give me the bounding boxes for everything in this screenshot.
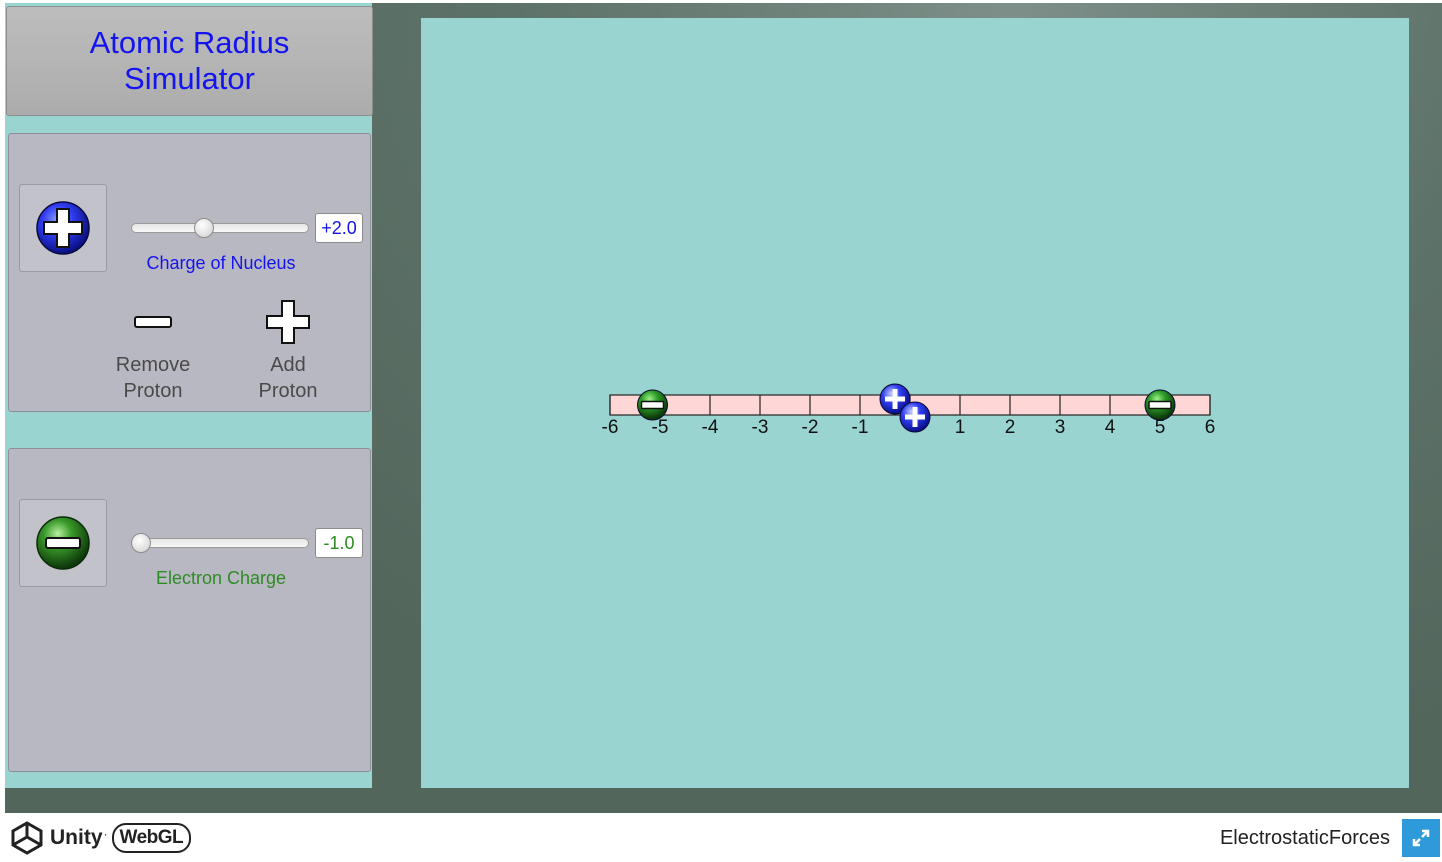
proton-panel: +2.0 Charge of Nucleus Remove Proton Add… (8, 133, 371, 412)
webgl-badge: WebGL (111, 823, 192, 853)
add-proton-label-2: Proton (258, 380, 318, 402)
electron-particle[interactable] (637, 389, 668, 421)
electron-minus-icon (36, 516, 90, 570)
unity-cube-icon (11, 821, 43, 855)
number-line-tick-label: -6 (602, 417, 619, 438)
electron-charge-value[interactable]: -1.0 (315, 528, 363, 558)
footer: Unity · WebGL ElectrostaticForces (0, 813, 1442, 862)
title-box: Atomic Radius Simulator (6, 6, 373, 116)
number-line-tick-label: -2 (802, 417, 819, 438)
proton-button[interactable] (19, 184, 107, 272)
minus-icon (134, 316, 172, 328)
page-title: Atomic Radius Simulator (89, 25, 290, 96)
control-sidebar: Atomic Radius Simulator +2.0 Charge of N… (5, 3, 373, 788)
proton-particle[interactable] (899, 401, 931, 433)
fullscreen-expand-icon (1412, 829, 1430, 847)
build-title: ElectrostaticForces (1219, 827, 1390, 849)
simulation-viewport[interactable]: -6 -5 -4 -3 -2 -1 1 2 3 4 5 6 (421, 18, 1409, 788)
unity-webgl-logo: Unity · WebGL (10, 821, 192, 855)
plus-icon (266, 300, 310, 344)
electron-panel: -1.0 Electron Charge (8, 448, 371, 772)
number-line: -6 -5 -4 -3 -2 -1 1 2 3 4 5 6 (602, 383, 1216, 438)
nucleus-charge-label: Charge of Nucleus (146, 253, 296, 273)
unity-label: Unity (50, 826, 103, 849)
proton-plus-icon (36, 201, 90, 255)
electron-button[interactable] (19, 499, 107, 587)
electron-charge-slider-track[interactable] (131, 538, 309, 548)
number-line-tick-label: -4 (702, 417, 719, 438)
nucleus-charge-slider-thumb[interactable] (194, 218, 214, 238)
nucleus-charge-value[interactable]: +2.0 (315, 213, 363, 243)
electron-particle[interactable] (1144, 389, 1176, 421)
electron-charge-slider-thumb[interactable] (131, 533, 151, 553)
remove-proton-label-2: Proton (123, 380, 183, 402)
number-line-tick-label: 4 (1105, 417, 1116, 438)
webgl-label: WebGL (119, 827, 184, 848)
remove-proton-label-1: Remove (115, 354, 191, 376)
unity-trademark-dot: · (103, 827, 108, 841)
add-proton-label-1: Add (270, 354, 306, 376)
electron-charge-label: Electron Charge (155, 568, 287, 588)
remove-proton-button[interactable]: Remove Proton (98, 300, 208, 404)
number-line-tick-label: 3 (1055, 417, 1066, 438)
add-proton-button[interactable]: Add Proton (233, 300, 343, 404)
number-line-tick-label: 6 (1205, 417, 1216, 438)
number-line-tick-label: -1 (852, 417, 869, 438)
number-line-tick-label: -3 (752, 417, 769, 438)
minus-glyph (640, 400, 665, 410)
number-line-tick-label: 2 (1005, 417, 1016, 438)
minus-glyph (1148, 400, 1172, 410)
nucleus-charge-slider-track[interactable] (131, 223, 309, 233)
unity-canvas[interactable]: Atomic Radius Simulator +2.0 Charge of N… (5, 3, 1442, 813)
fullscreen-button[interactable] (1402, 819, 1440, 857)
number-line-tick-label: 1 (955, 417, 966, 438)
